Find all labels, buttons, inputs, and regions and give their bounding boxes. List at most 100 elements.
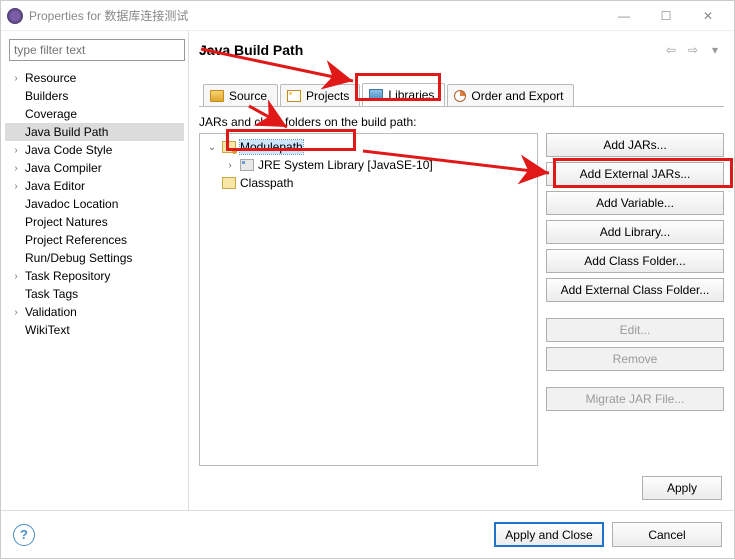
tree-node-label: JRE System Library [JavaSE-10] bbox=[258, 158, 433, 172]
chevron-down-icon[interactable]: ⌄ bbox=[206, 142, 218, 153]
sidebar-item-wikitext[interactable]: WikiText bbox=[5, 321, 184, 339]
back-icon[interactable]: ⇦ bbox=[662, 41, 680, 59]
remove-button: Remove bbox=[546, 347, 724, 371]
caret-placeholder bbox=[11, 109, 21, 119]
caret-placeholder bbox=[11, 325, 21, 335]
apply-button[interactable]: Apply bbox=[642, 476, 722, 500]
caret-placeholder bbox=[11, 289, 21, 299]
sidebar-item-validation[interactable]: › Validation bbox=[5, 303, 184, 321]
tree-node-label: Classpath bbox=[240, 176, 293, 190]
tab-label: Libraries bbox=[388, 88, 434, 102]
tree-node-jre[interactable]: › JRE System Library [JavaSE-10] bbox=[202, 156, 535, 174]
apply-and-close-button[interactable]: Apply and Close bbox=[494, 522, 604, 547]
sidebar-item-label: Validation bbox=[25, 305, 77, 319]
sidebar-item-java-build-path[interactable]: Java Build Path bbox=[5, 123, 184, 141]
sidebar-item-builders[interactable]: Builders bbox=[5, 87, 184, 105]
sidebar-item-task-tags[interactable]: Task Tags bbox=[5, 285, 184, 303]
filter-input[interactable] bbox=[9, 39, 185, 61]
sidebar-item-label: Java Code Style bbox=[25, 143, 112, 157]
sidebar-item-project-natures[interactable]: Project Natures bbox=[5, 213, 184, 231]
sidebar-item-label: Project Natures bbox=[25, 215, 108, 229]
eclipse-icon bbox=[7, 8, 23, 24]
sidebar-item-label: Javadoc Location bbox=[25, 197, 118, 211]
tab-label: Order and Export bbox=[471, 89, 563, 103]
chevron-right-icon[interactable]: › bbox=[11, 307, 21, 317]
tab-projects[interactable]: Projects bbox=[280, 84, 360, 106]
title-bar: Properties for 数据库连接测试 — ☐ ✕ bbox=[1, 1, 734, 31]
sidebar-item-label: Project References bbox=[25, 233, 127, 247]
tab-label: Source bbox=[229, 89, 267, 103]
caret-placeholder bbox=[11, 253, 21, 263]
close-button[interactable]: ✕ bbox=[688, 2, 728, 30]
chevron-right-icon[interactable]: › bbox=[224, 160, 236, 171]
chevron-right-icon[interactable]: › bbox=[11, 145, 21, 155]
tab-libraries[interactable]: Libraries bbox=[362, 83, 445, 106]
tab-label: Projects bbox=[306, 89, 349, 103]
libraries-tree[interactable]: ⌄ Modulepath › JRE System Library [JavaS… bbox=[199, 133, 538, 466]
sidebar: › Resource Builders Coverage Java Build Path… bbox=[1, 31, 189, 510]
dropdown-icon[interactable]: ▾ bbox=[706, 41, 724, 59]
button-column: Add JARs... Add External JARs... Add Var… bbox=[546, 133, 724, 466]
tab-order-export[interactable]: Order and Export bbox=[447, 84, 574, 106]
maximize-button[interactable]: ☐ bbox=[646, 2, 686, 30]
caret-placeholder bbox=[11, 235, 21, 245]
library-icon bbox=[240, 159, 254, 171]
add-external-class-folder-button[interactable]: Add External Class Folder... bbox=[546, 278, 724, 302]
dialog-footer: ? Apply and Close Cancel bbox=[1, 510, 734, 558]
sidebar-item-javadoc-location[interactable]: Javadoc Location bbox=[5, 195, 184, 213]
sidebar-item-coverage[interactable]: Coverage bbox=[5, 105, 184, 123]
tree-node-modulepath[interactable]: ⌄ Modulepath bbox=[202, 138, 535, 156]
order-export-icon bbox=[454, 90, 466, 102]
projects-icon bbox=[287, 90, 301, 102]
tab-source[interactable]: Source bbox=[203, 84, 278, 106]
tree-node-classpath[interactable]: Classpath bbox=[202, 174, 535, 192]
sidebar-item-resource[interactable]: › Resource bbox=[5, 69, 184, 87]
minimize-button[interactable]: — bbox=[604, 2, 644, 30]
sidebar-tree[interactable]: › Resource Builders Coverage Java Build Path… bbox=[5, 69, 184, 504]
window-title: Properties for 数据库连接测试 bbox=[29, 7, 602, 24]
sidebar-item-label: Task Tags bbox=[25, 287, 78, 301]
add-class-folder-button[interactable]: Add Class Folder... bbox=[546, 249, 724, 273]
sidebar-item-task-repository[interactable]: › Task Repository bbox=[5, 267, 184, 285]
sidebar-item-label: Java Build Path bbox=[25, 125, 108, 139]
sidebar-item-label: Java Compiler bbox=[25, 161, 102, 175]
sidebar-item-label: Coverage bbox=[25, 107, 77, 121]
forward-icon[interactable]: ⇨ bbox=[684, 41, 702, 59]
chevron-right-icon[interactable]: › bbox=[11, 73, 21, 83]
cancel-button[interactable]: Cancel bbox=[612, 522, 722, 547]
sidebar-item-label: Run/Debug Settings bbox=[25, 251, 132, 265]
libraries-subtitle: JARs and class folders on the build path… bbox=[199, 115, 724, 129]
tab-bar: Source Projects Libraries Order and Expo… bbox=[199, 83, 724, 107]
caret-placeholder bbox=[11, 127, 21, 137]
migrate-jar-button: Migrate JAR File... bbox=[546, 387, 724, 411]
main-panel: Java Build Path ⇦ ⇨ ▾ Source Projects Li… bbox=[189, 31, 734, 510]
add-variable-button[interactable]: Add Variable... bbox=[546, 191, 724, 215]
sidebar-item-label: Builders bbox=[25, 89, 68, 103]
caret-placeholder bbox=[11, 199, 21, 209]
sidebar-item-label: WikiText bbox=[25, 323, 70, 337]
chevron-right-icon[interactable]: › bbox=[11, 163, 21, 173]
edit-button: Edit... bbox=[546, 318, 724, 342]
page-title: Java Build Path bbox=[199, 42, 662, 58]
caret-placeholder bbox=[11, 91, 21, 101]
sidebar-item-label: Java Editor bbox=[25, 179, 85, 193]
libraries-icon bbox=[369, 89, 383, 101]
sidebar-item-label: Resource bbox=[25, 71, 76, 85]
modulepath-icon bbox=[222, 141, 236, 153]
sidebar-item-label: Task Repository bbox=[25, 269, 110, 283]
add-jars-button[interactable]: Add JARs... bbox=[546, 133, 724, 157]
sidebar-item-run-debug-settings[interactable]: Run/Debug Settings bbox=[5, 249, 184, 267]
sidebar-item-java-compiler[interactable]: › Java Compiler bbox=[5, 159, 184, 177]
add-external-jars-button[interactable]: Add External JARs... bbox=[546, 162, 724, 186]
source-folder-icon bbox=[210, 90, 224, 102]
sidebar-item-project-references[interactable]: Project References bbox=[5, 231, 184, 249]
add-library-button[interactable]: Add Library... bbox=[546, 220, 724, 244]
classpath-icon bbox=[222, 177, 236, 189]
help-icon[interactable]: ? bbox=[13, 524, 35, 546]
sidebar-item-java-code-style[interactable]: › Java Code Style bbox=[5, 141, 184, 159]
tree-node-label: Modulepath bbox=[240, 140, 303, 154]
sidebar-item-java-editor[interactable]: › Java Editor bbox=[5, 177, 184, 195]
caret-placeholder bbox=[11, 217, 21, 227]
chevron-right-icon[interactable]: › bbox=[11, 271, 21, 281]
chevron-right-icon[interactable]: › bbox=[11, 181, 21, 191]
